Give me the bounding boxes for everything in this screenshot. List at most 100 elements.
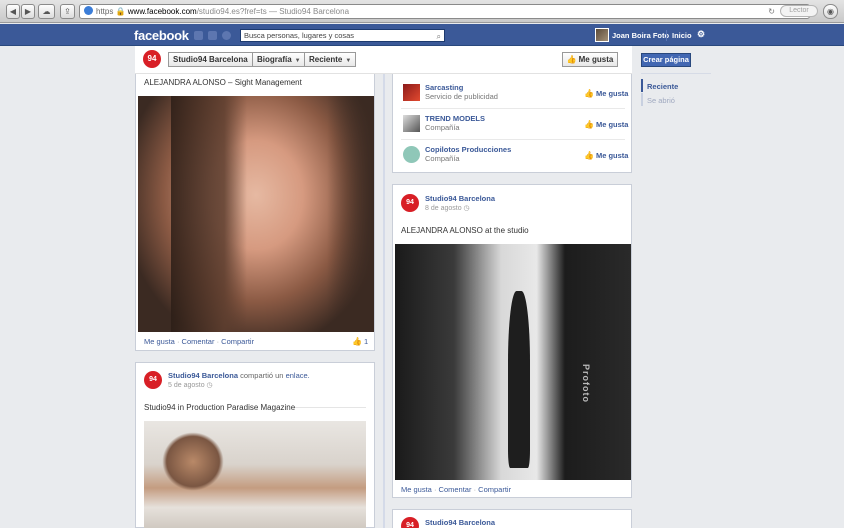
thumbs-up-icon: 👍 — [584, 89, 594, 98]
shared-text: compartió un — [240, 371, 284, 380]
cloud-icon[interactable]: ☁ — [38, 4, 55, 19]
trend-models-logo[interactable] — [403, 115, 420, 132]
search-icon[interactable]: ⌕ — [437, 31, 441, 42]
like-page-label: Me gusta — [595, 89, 629, 98]
like-page-button[interactable]: 👍 Me gusta — [584, 151, 628, 160]
url-path: /studio94.es?fref=ts — Studio94 Barcelon… — [196, 7, 350, 16]
gear-icon[interactable]: ⚙ — [697, 29, 705, 40]
timeline-spine — [383, 74, 385, 528]
author-avatar[interactable]: 94 — [401, 194, 419, 212]
thumbs-up-icon: 👍 — [584, 151, 594, 160]
facebook-topbar: facebook Busca personas, lugares y cosas… — [0, 24, 844, 46]
comment-link[interactable]: Comentar — [439, 485, 472, 494]
search-input[interactable]: Busca personas, lugares y cosas ⌕ — [240, 29, 445, 42]
post-photo[interactable]: Profoto — [395, 244, 631, 480]
nav-divider — [666, 30, 667, 41]
author-link[interactable]: Studio94 Barcelona — [168, 371, 238, 380]
link-preview-image[interactable] — [144, 421, 366, 528]
post-card: ALEJANDRA ALONSO – Sight Management Me g… — [135, 74, 375, 351]
reader-button[interactable]: Lector — [780, 5, 818, 17]
share-link[interactable]: Compartir — [221, 337, 254, 346]
comment-link[interactable]: Comentar — [182, 337, 215, 346]
recent-dropdown[interactable]: Reciente ▼ — [304, 52, 357, 67]
shared-link[interactable]: enlace. — [286, 371, 310, 380]
sidebar-item-opened[interactable]: Se abrió — [647, 96, 675, 105]
globe-icon: ◷ — [206, 382, 213, 389]
address-bar[interactable]: https 🔒 www.facebook.com/studio94.es?fre… — [79, 4, 810, 19]
liked-page-name[interactable]: Sarcasting — [425, 83, 498, 92]
like-page-button[interactable]: 👍 Me gusta — [584, 89, 628, 98]
like-page-label: Me gusta — [595, 120, 629, 129]
liked-page-item: Sarcasting Servicio de publicidad — [425, 83, 498, 101]
back-button[interactable]: ◀ — [6, 4, 20, 19]
post-date-text: 8 de agosto — [425, 205, 462, 212]
post-card: 94 Studio94 Barcelona 8 de agosto ◷ ALEJ… — [392, 184, 632, 498]
liked-page-item: TREND MODELS Compañía — [425, 114, 485, 132]
post-title[interactable]: Studio94 in Production Paradise Magazine — [144, 403, 296, 412]
share-link[interactable]: Compartir — [478, 485, 511, 494]
reload-icon[interactable]: ↻ — [768, 5, 775, 18]
post-actions: Me gusta · Comentar · Compartir — [144, 337, 255, 346]
recent-label: Reciente — [309, 55, 343, 64]
active-indicator — [641, 79, 643, 92]
home-link[interactable]: Inicio — [672, 31, 692, 40]
like-page-button[interactable]: 👍 Me gusta — [584, 120, 628, 129]
user-name-link[interactable]: Joan Boira Foto — [612, 31, 669, 40]
page-like-label: Me gusta — [578, 55, 614, 64]
messages-icon[interactable] — [208, 31, 217, 40]
globe-icon: ◷ — [463, 205, 470, 212]
post-date[interactable]: 5 de agosto ◷ — [168, 381, 213, 389]
like-link[interactable]: Me gusta — [144, 337, 175, 346]
post-title: ALEJANDRA ALONSO – Sight Management — [144, 78, 302, 87]
url-domain: www.facebook.com — [127, 7, 197, 16]
liked-page-category: Compañía — [425, 123, 460, 132]
like-page-label: Me gusta — [595, 151, 629, 160]
user-avatar[interactable] — [595, 28, 609, 42]
liked-page-category: Compañía — [425, 154, 460, 163]
like-count-value: 1 — [363, 337, 369, 346]
author-link[interactable]: Studio94 Barcelona — [425, 194, 495, 203]
liked-page-name[interactable]: Copilotos Producciones — [425, 145, 511, 154]
thumbs-up-icon: 👍 — [584, 120, 594, 129]
post-photo[interactable] — [138, 96, 374, 332]
thumbs-up-icon: 👍 — [352, 337, 362, 346]
forward-button[interactable]: ▶ — [21, 4, 35, 19]
author-avatar[interactable]: 94 — [144, 371, 162, 389]
liked-page-category: Servicio de publicidad — [425, 92, 498, 101]
facebook-logo[interactable]: facebook — [134, 28, 189, 43]
post-title: ALEJANDRA ALONSO at the studio — [401, 226, 529, 235]
liked-page-name[interactable]: TREND MODELS — [425, 114, 485, 123]
share-icon[interactable]: ⇪ — [60, 4, 75, 19]
notifications-icon[interactable] — [222, 31, 231, 40]
post-date-text: 5 de agosto — [168, 382, 205, 389]
post-card: 94 Studio94 Barcelona compartió un enlac… — [135, 362, 375, 528]
author-link[interactable]: Studio94 Barcelona — [425, 518, 495, 527]
author-avatar[interactable]: 94 — [401, 517, 419, 528]
chevron-down-icon: ▼ — [294, 58, 301, 64]
friend-requests-icon[interactable] — [194, 31, 203, 40]
timeline-label: Biografía — [257, 55, 292, 64]
search-placeholder: Busca personas, lugares y cosas — [244, 31, 355, 40]
page-name-button[interactable]: Studio94 Barcelona — [168, 52, 253, 67]
page-header: 94 Studio94 Barcelona Biografía ▼ Recient… — [135, 46, 632, 74]
post-actions: Me gusta · Comentar · Compartir — [401, 485, 512, 494]
sidebar-divider — [641, 73, 711, 74]
create-page-button[interactable]: Crear página — [641, 53, 691, 67]
like-count[interactable]: 👍 1 — [352, 337, 368, 346]
like-link[interactable]: Me gusta — [401, 485, 432, 494]
post-date[interactable]: 8 de agosto ◷ — [425, 204, 470, 212]
page-logo[interactable]: 94 — [143, 50, 161, 68]
divider — [401, 139, 625, 140]
download-icon[interactable]: ◉ — [823, 4, 838, 19]
page-like-button[interactable]: 👍 Me gusta — [562, 52, 618, 67]
post-card: 94 Studio94 Barcelona — [392, 509, 632, 528]
sidebar-item-recent[interactable]: Reciente — [647, 82, 678, 91]
chevron-down-icon: ▼ — [345, 58, 352, 64]
copilotos-logo[interactable] — [403, 146, 420, 163]
url-scheme: https — [96, 7, 114, 16]
timeline-dropdown[interactable]: Biografía ▼ — [252, 52, 306, 67]
sarcasting-logo[interactable] — [403, 84, 420, 101]
likes-box: Sarcasting Servicio de publicidad 👍 Me gu… — [392, 74, 632, 173]
divider — [401, 108, 625, 109]
profoto-brand-text: Profoto — [581, 364, 591, 403]
